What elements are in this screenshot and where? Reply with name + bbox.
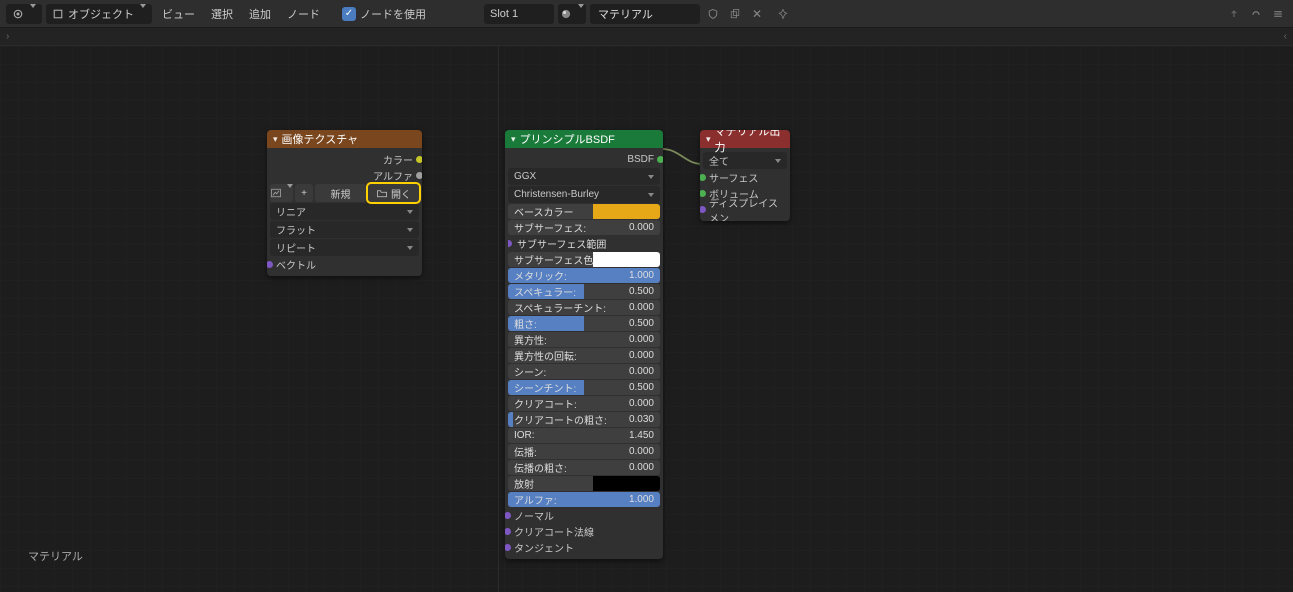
menu-add[interactable]: 追加	[243, 4, 277, 24]
image-browse-button[interactable]	[270, 184, 293, 202]
bsdf-prop[interactable]: 放射	[508, 476, 660, 491]
menu-view[interactable]: ビュー	[156, 4, 201, 24]
mode-label: オブジェクト	[68, 6, 134, 22]
socket-in[interactable]	[505, 512, 511, 519]
sss-method-dropdown[interactable]: Christensen-Burley	[508, 186, 660, 203]
material-output-input[interactable]: サーフェス	[703, 170, 787, 185]
shield-icon[interactable]	[704, 5, 722, 23]
projection-dropdown[interactable]: フラット	[270, 221, 419, 238]
socket-in[interactable]	[505, 544, 511, 551]
node-header[interactable]: プリンシプルBSDF	[505, 130, 663, 148]
pin-icon[interactable]	[774, 5, 792, 23]
bsdf-prop[interactable]: クリアコート:0.000	[508, 396, 660, 411]
use-nodes-label: ノードを使用	[360, 6, 426, 22]
bsdf-prop[interactable]: スペキュラー:0.500	[508, 284, 660, 299]
socket-in[interactable]	[700, 190, 706, 197]
close-icon[interactable]: ✕	[748, 5, 766, 23]
node-header[interactable]: 画像テクスチャ	[267, 130, 422, 148]
bsdf-prop[interactable]: サブサーフェス色	[508, 252, 660, 267]
bsdf-prop[interactable]: 粗さ:0.500	[508, 316, 660, 331]
object-icon	[52, 8, 64, 20]
breadcrumb-left-chevron[interactable]: ›	[6, 31, 9, 42]
material-path-label: マテリアル	[28, 548, 83, 564]
options-icon[interactable]	[1269, 5, 1287, 23]
interpolation-dropdown[interactable]: リニア	[270, 203, 419, 220]
folder-icon	[376, 187, 388, 199]
material-name-field[interactable]: マテリアル	[590, 4, 700, 24]
socket-color-out[interactable]	[416, 156, 422, 163]
node-link	[660, 143, 705, 173]
new-image-icon-button[interactable]: +	[295, 184, 313, 202]
socket-in[interactable]	[505, 528, 511, 535]
bsdf-prop[interactable]: 伝播:0.000	[508, 444, 660, 459]
bsdf-prop[interactable]: シーン:0.000	[508, 364, 660, 379]
socket-in[interactable]	[700, 174, 706, 181]
snap-icon[interactable]	[1247, 5, 1265, 23]
socket-bsdf-out[interactable]	[657, 156, 663, 163]
duplicate-icon[interactable]	[726, 5, 744, 23]
breadcrumb-strip: › ‹	[0, 28, 1293, 46]
distribution-dropdown[interactable]: GGX	[508, 168, 660, 185]
bsdf-prop[interactable]: アルファ:1.000	[508, 492, 660, 507]
use-nodes-checkbox[interactable]: ✓	[342, 7, 356, 21]
image-icon	[270, 187, 282, 199]
bsdf-prop[interactable]: 伝播の粗さ:0.000	[508, 460, 660, 475]
bsdf-prop[interactable]: ベースカラー	[508, 204, 660, 219]
extension-dropdown[interactable]: リピート	[270, 239, 419, 256]
editor-type-dropdown[interactable]	[6, 4, 42, 24]
socket-in[interactable]	[508, 240, 512, 247]
material-browse-dropdown[interactable]	[558, 4, 586, 24]
node-material-output[interactable]: マテリアル出力 全て サーフェスボリュームディスプレイスメン..	[700, 130, 790, 221]
bsdf-prop[interactable]: 異方性:0.000	[508, 332, 660, 347]
material-output-input[interactable]: ディスプレイスメン..	[703, 202, 787, 217]
bsdf-prop[interactable]: メタリック:1.000	[508, 268, 660, 283]
input-vector[interactable]: ベクトル	[270, 257, 419, 272]
bsdf-prop[interactable]: 異方性の回転:0.000	[508, 348, 660, 363]
socket-vector-in[interactable]	[267, 261, 273, 268]
bsdf-prop[interactable]: サブサーフェス:0.000	[508, 220, 660, 235]
new-image-button[interactable]: 新規	[315, 184, 366, 202]
output-alpha[interactable]: アルファ	[270, 168, 419, 183]
socket-alpha-out[interactable]	[416, 172, 422, 179]
node-editor-icon	[12, 8, 24, 20]
parent-path-icon[interactable]	[1225, 5, 1243, 23]
node-principled-bsdf[interactable]: プリンシプルBSDF BSDF GGX Christensen-Burley ベ…	[505, 130, 663, 559]
material-sphere-icon	[560, 8, 572, 20]
bsdf-input[interactable]: クリアコート法線	[508, 524, 660, 539]
bsdf-input[interactable]: タンジェント	[508, 540, 660, 555]
node-editor-canvas[interactable]: 画像テクスチャ カラー アルファ + 新規 開く リニア フラット リピー	[0, 46, 1293, 592]
bsdf-prop[interactable]: スペキュラーチント:0.000	[508, 300, 660, 315]
menu-node[interactable]: ノード	[281, 4, 326, 24]
output-color[interactable]: カラー	[270, 152, 419, 167]
menu-select[interactable]: 選択	[205, 4, 239, 24]
node-image-texture[interactable]: 画像テクスチャ カラー アルファ + 新規 開く リニア フラット リピー	[267, 130, 422, 276]
slot-dropdown[interactable]: Slot 1	[484, 4, 554, 24]
bsdf-prop[interactable]: IOR:1.450	[508, 428, 660, 443]
object-mode-dropdown[interactable]: オブジェクト	[46, 4, 152, 24]
bsdf-prop[interactable]: シーンチント:0.500	[508, 380, 660, 395]
bsdf-input[interactable]: ノーマル	[508, 508, 660, 523]
breadcrumb-right-chevron[interactable]: ‹	[1284, 31, 1287, 42]
node-editor-header: オブジェクト ビュー 選択 追加 ノード ✓ ノードを使用 Slot 1 マテリ…	[0, 0, 1293, 28]
output-bsdf[interactable]: BSDF	[508, 152, 660, 167]
node-header[interactable]: マテリアル出力	[700, 130, 790, 148]
bsdf-prop[interactable]: クリアコートの粗さ:0.030	[508, 412, 660, 427]
open-image-button[interactable]: 開く	[368, 184, 419, 202]
socket-in[interactable]	[700, 206, 706, 213]
bsdf-prop[interactable]: サブサーフェス範囲	[508, 236, 660, 251]
